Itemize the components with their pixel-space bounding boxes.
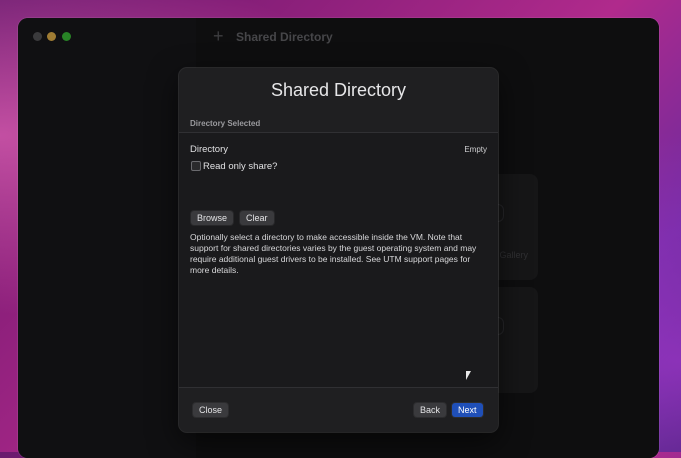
read-only-label[interactable]: Read only share? <box>203 161 277 172</box>
dialog-title: Shared Directory <box>270 80 407 100</box>
divider <box>179 387 498 388</box>
mouse-cursor-icon <box>466 371 471 380</box>
section-header: Directory Selected <box>190 119 261 128</box>
shared-directory-dialog: Shared Directory Directory Selected Dire… <box>179 68 498 432</box>
help-text: Optionally select a directory to make ac… <box>190 232 477 275</box>
directory-value: Empty <box>464 145 487 154</box>
read-only-checkbox[interactable] <box>191 161 201 171</box>
directory-label: Directory <box>190 144 229 155</box>
close-button[interactable]: Close <box>193 403 229 417</box>
back-button[interactable]: Back <box>414 403 447 417</box>
browse-button[interactable]: Browse <box>191 211 234 225</box>
clear-button[interactable]: Clear <box>240 211 274 225</box>
next-button[interactable]: Next <box>452 403 483 417</box>
